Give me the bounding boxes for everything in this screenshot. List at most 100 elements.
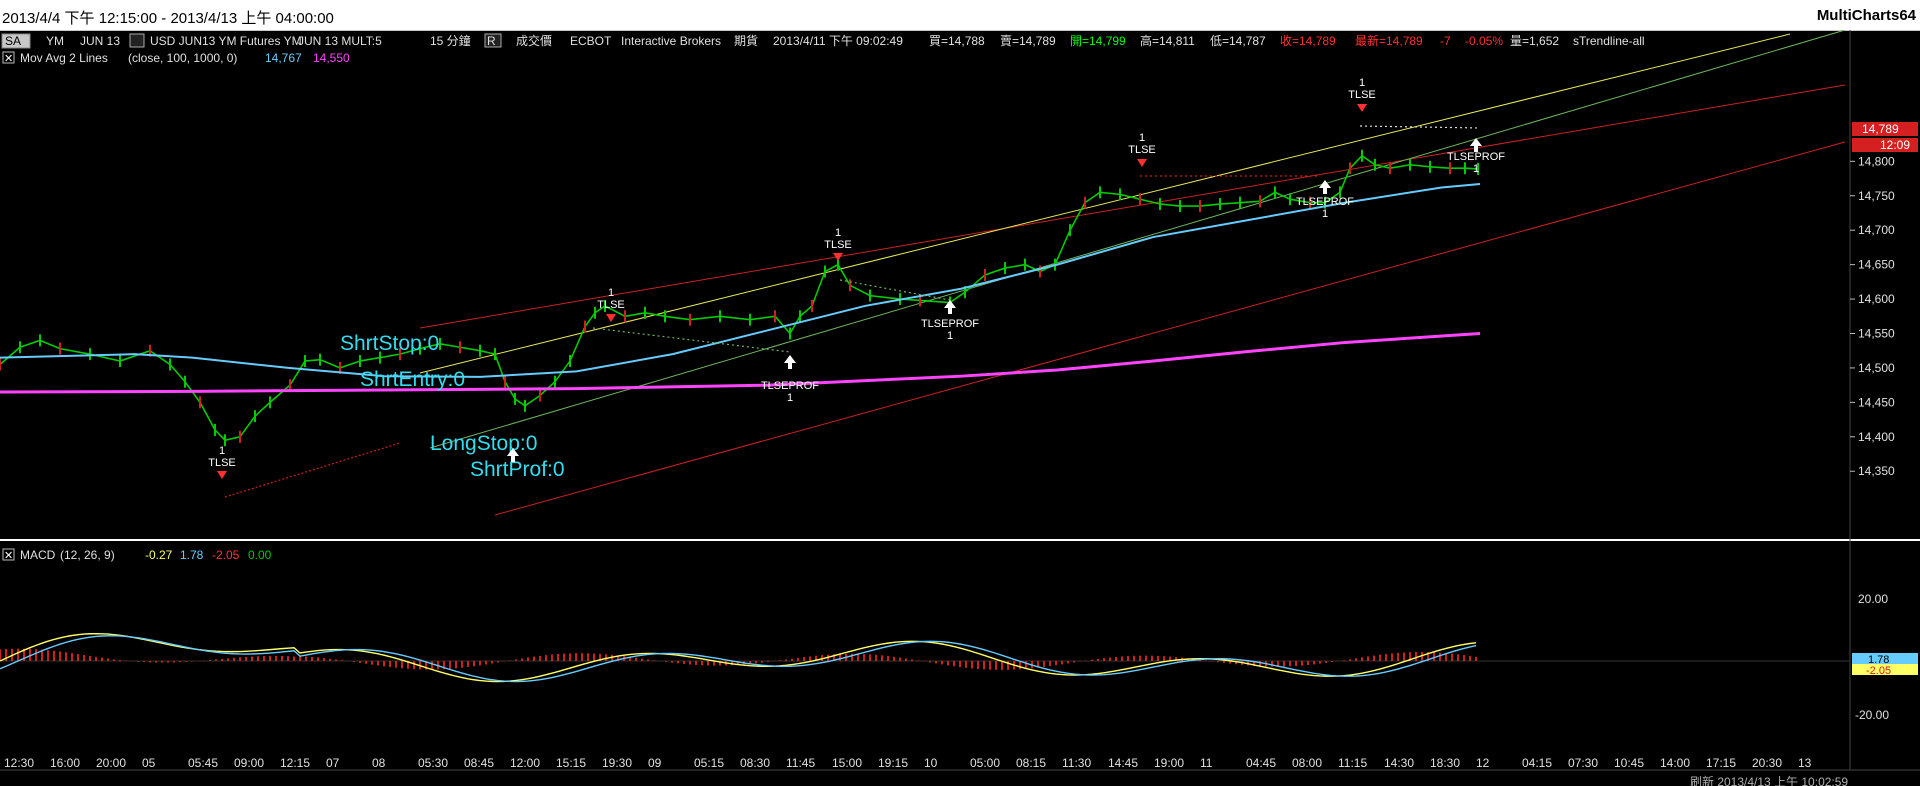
long-stop-label[interactable]: LongStop:0 [430, 432, 537, 455]
prof-1-num: 1 [787, 392, 793, 404]
change-label: -7 [1440, 34, 1451, 48]
target-line-4 [1359, 125, 1481, 129]
ma-params: (close, 100, 1000, 0) [128, 51, 237, 65]
time-tick-label: 09:00 [234, 756, 264, 770]
price-tick-label: 14,700 [1858, 223, 1895, 237]
mult-label: JUN 13 MULT:5 [298, 34, 382, 48]
ma-100-line[interactable] [0, 183, 1481, 378]
trend-dotted-red[interactable] [224, 442, 401, 498]
prof-3-num: 1 [1322, 208, 1328, 220]
status-line: SA YM JUN 13 USD JUN13 YM Futures YM JUN… [1, 33, 1645, 49]
marker-5-label: TLSE [1348, 89, 1376, 101]
description-label: USD JUN13 YM Futures YM [150, 34, 302, 48]
time-tick-label: 12:15 [280, 756, 310, 770]
category-label: 期貨 [734, 33, 758, 48]
time-axis[interactable]: 12:30 16:00 20:00 05 05:45 09:00 12:15 07 08 05:3… [4, 756, 1812, 770]
price-tick-label: 14,450 [1858, 395, 1895, 409]
time-tick-label: 11:45 [786, 756, 815, 770]
close-label: 收=14,789 [1280, 34, 1336, 48]
marker-1-arrow[interactable] [217, 471, 227, 479]
marker-1-num: 1 [219, 445, 225, 457]
time-tick-label: 11:15 [1338, 756, 1367, 770]
time-tick-label: 11:30 [1062, 756, 1091, 770]
sa-box-label: SA [5, 34, 21, 48]
price-tick-label: 14,650 [1858, 258, 1895, 272]
ma-1000-line[interactable] [0, 331, 1481, 394]
time-tick-label: 10:45 [1614, 756, 1644, 770]
datetime-label: 2013/4/11 下午 09:02:49 [773, 34, 903, 48]
shrt-stop-label[interactable]: ShrtStop:0 [340, 332, 439, 355]
feed-label: Interactive Brokers [621, 34, 721, 48]
channel-middle-green[interactable] [429, 30, 1846, 449]
r-box-label: R [487, 34, 496, 48]
last-label: 最新=14,789 [1355, 33, 1423, 48]
time-tick-label: 07 [326, 756, 340, 770]
data-type-label: 成交價 [516, 33, 552, 48]
time-tick-label: 20:00 [96, 756, 126, 770]
time-tick-label: 05 [142, 756, 156, 770]
macd-panel[interactable] [0, 632, 1850, 683]
time-tick-label: 16:00 [50, 756, 80, 770]
channel-upper-red[interactable] [419, 84, 1846, 329]
title-bar: 2013/4/4 下午 12:15:00 - 2013/4/13 上午 04:0… [0, 0, 1920, 31]
marker-5-arrow[interactable] [1357, 104, 1367, 112]
high-label: 高=14,811 [1140, 33, 1195, 48]
time-tick-label: 15:00 [832, 756, 862, 770]
last-price-value: 14,789 [1862, 122, 1899, 136]
window-title: 2013/4/4 下午 12:15:00 - 2013/4/13 上午 04:0… [2, 10, 334, 27]
prof-4-label: TLSEPROF [1447, 151, 1505, 163]
marker-3-num: 1 [835, 227, 841, 239]
macd-value-1: -0.27 [145, 548, 173, 562]
time-tick-label: 12:00 [510, 756, 540, 770]
time-tick-label: 08:30 [740, 756, 770, 770]
ask-label: 賣=14,789 [1000, 33, 1056, 48]
prof-1-label: TLSEPROF [761, 380, 819, 392]
price-bars[interactable] [0, 154, 1479, 442]
price-series [0, 149, 1479, 447]
second-tag-value: 12:09 [1880, 138, 1910, 152]
macd-value-2: 1.78 [180, 548, 204, 562]
price-axis[interactable]: 14,800 14,750 14,700 14,650 14,600 14,550 14,5… [1850, 154, 1895, 478]
time-tick-label: 14:30 [1384, 756, 1414, 770]
time-tick-label: 07:30 [1568, 756, 1598, 770]
marker-2-num: 1 [608, 287, 614, 299]
macd-axis[interactable]: 20.00 -20.00 1.78 -2.05 [1852, 592, 1918, 722]
time-tick-label: 09 [648, 756, 662, 770]
macd-line [0, 632, 1477, 683]
volume-label: 量=1,652 [1510, 34, 1559, 48]
price-tick-label: 14,800 [1858, 154, 1895, 168]
time-tick-label: 11 [1200, 756, 1213, 770]
annotation-texts: ShrtStop:0 ShrtEntry:0 LongStop:0 ShrtPr… [340, 332, 565, 481]
channel-lower-red-main[interactable] [494, 141, 1846, 516]
time-tick-label: 19:00 [1154, 756, 1184, 770]
time-tick-label: 08:00 [1292, 756, 1322, 770]
macd-tick-20: 20.00 [1858, 592, 1888, 606]
time-tick-label: 17:15 [1706, 756, 1736, 770]
marker-5-num: 1 [1359, 77, 1365, 89]
prof-3-label: TLSEPROF [1296, 196, 1354, 208]
study-label: sTrendline-all [1573, 34, 1645, 48]
time-tick-label: 05:00 [970, 756, 1000, 770]
marker-4-label: TLSE [1128, 144, 1156, 156]
contract-dropdown-icon[interactable] [129, 33, 145, 48]
price-tick-label: 14,500 [1858, 361, 1895, 375]
low-label: 低=14,787 [1210, 34, 1266, 48]
chart-area[interactable]: SA YM JUN 13 USD JUN13 YM Futures YM JUN… [0, 30, 1920, 786]
target-line-2 [839, 279, 951, 301]
macd-checkbox-mark: ✕ [4, 550, 13, 562]
interval-label: 15 分鐘 [430, 33, 471, 48]
time-tick-label: 19:15 [878, 756, 908, 770]
ma-value-2: 14,550 [313, 51, 350, 65]
marker-2-arrow[interactable] [606, 314, 616, 322]
shrt-entry-label[interactable]: ShrtEntry:0 [360, 368, 465, 391]
marker-4-arrow[interactable] [1137, 159, 1147, 167]
prof-arrow-1[interactable] [784, 355, 796, 369]
time-tick-label: 05:45 [188, 756, 218, 770]
price-tick-label: 14,750 [1858, 189, 1895, 203]
macd-params: (12, 26, 9) [60, 548, 115, 562]
change-pct-label: -0.05% [1465, 34, 1503, 48]
shrt-prof-label[interactable]: ShrtProf:0 [470, 458, 565, 481]
exchange-label: ECBOT [570, 34, 612, 48]
time-tick-label: 08:45 [464, 756, 494, 770]
marker-2-label: TLSE [597, 299, 625, 311]
